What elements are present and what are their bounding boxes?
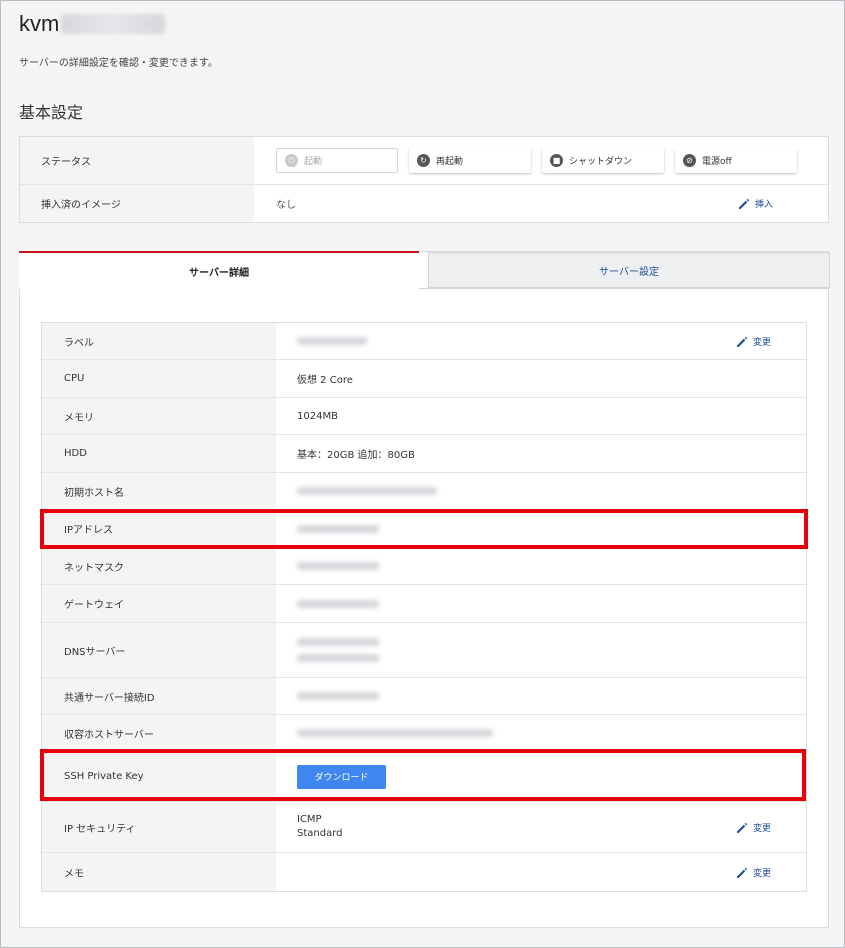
table-row-dns: DNSサーバー <box>42 623 806 678</box>
tab-divider <box>419 288 829 289</box>
ip-security-label: IP セキュリティ <box>42 802 276 852</box>
dns-label: DNSサーバー <box>42 623 276 677</box>
basic-settings-heading: 基本設定 <box>19 103 84 122</box>
ip-label: IPアドレス <box>42 510 276 547</box>
memory-label: メモリ <box>42 398 276 434</box>
shutdown-button-label: シャットダウン <box>569 157 633 167</box>
table-row-label: ラベル 変更 <box>42 323 806 360</box>
hdd-value: 基本：20GB 追加：80GB <box>297 450 415 461</box>
cpu-label: CPU <box>42 360 276 397</box>
start-button-label: 起動 <box>304 157 323 167</box>
table-row-cpu: CPU 仮想 2 Core <box>42 360 806 398</box>
memo-value <box>276 853 806 891</box>
hostname-value <box>276 473 806 509</box>
netmask-label: ネットマスク <box>42 548 276 584</box>
table-row-hdd: HDD 基本：20GB 追加：80GB <box>42 435 806 473</box>
dns-primary-redacted <box>297 638 379 646</box>
table-row-memo: メモ 変更 <box>42 853 806 891</box>
table-row-ssh-key: SSH Private Key ダウンロード <box>42 752 806 802</box>
table-row-ip: IPアドレス <box>42 510 806 548</box>
page-description: サーバーの詳細設定を確認・変更できます。 <box>19 58 218 69</box>
pencil-icon <box>737 867 748 878</box>
shared-id-value <box>276 678 806 714</box>
table-row-hostname: 初期ホスト名 <box>42 473 806 510</box>
memo-label: メモ <box>42 853 276 891</box>
netmask-value <box>276 548 806 584</box>
server-id-redacted <box>61 14 166 34</box>
hostname-redacted <box>297 487 437 495</box>
tab-server-detail[interactable]: サーバー詳細 <box>19 251 419 289</box>
table-row-gateway: ゲートウェイ <box>42 585 806 623</box>
status-row: ステータス ⏻ 起動 ↻ 再起動 ■ シャットダウン ⊘ 電源off <box>20 137 828 185</box>
server-tabs-panel: サーバー詳細 サーバー設定 ラベル 変更 CPU 仮想 2 Core メモリ 1… <box>19 251 830 928</box>
host-server-value <box>276 715 806 751</box>
power-off-button[interactable]: ⊘ 電源off <box>675 148 797 173</box>
basic-settings-panel: ステータス ⏻ 起動 ↻ 再起動 ■ シャットダウン ⊘ 電源off 挿入済のイ… <box>19 136 829 223</box>
pencil-icon <box>737 822 748 833</box>
memory-value: 1024MB <box>297 410 338 422</box>
table-row-memory: メモリ 1024MB <box>42 398 806 435</box>
download-ssh-key-button[interactable]: ダウンロード <box>297 764 386 789</box>
shared-id-redacted <box>297 692 379 700</box>
table-row-shared-id: 共通サーバー接続ID <box>42 678 806 715</box>
shutdown-button[interactable]: ■ シャットダウン <box>542 148 664 173</box>
shared-id-label: 共通サーバー接続ID <box>42 678 276 714</box>
gateway-redacted <box>297 599 379 608</box>
restart-button-label: 再起動 <box>436 157 464 167</box>
ip-security-value: ICMP Standard <box>276 802 806 852</box>
power-off-button-label: 電源off <box>702 157 732 167</box>
edit-memo-text: 変更 <box>753 869 772 879</box>
label-value <box>276 323 806 359</box>
tab-server-settings[interactable]: サーバー設定 <box>428 252 830 288</box>
ip-value <box>276 510 806 547</box>
inserted-image-row: 挿入済のイメージ なし 挿入 <box>20 185 828 222</box>
table-row-netmask: ネットマスク <box>42 548 806 585</box>
table-row-host-server: 収容ホストサーバー <box>42 715 806 752</box>
power-off-icon: ⊘ <box>683 154 696 167</box>
ssh-key-label: SSH Private Key <box>42 752 276 801</box>
hdd-label: HDD <box>42 435 276 472</box>
page-title: kvm <box>19 11 166 37</box>
start-button[interactable]: ⏻ 起動 <box>276 148 398 173</box>
power-icon: ⏻ <box>285 154 298 167</box>
host-server-label: 収容ホストサーバー <box>42 715 276 751</box>
netmask-redacted <box>297 562 379 570</box>
stop-icon: ■ <box>550 154 563 167</box>
restart-button[interactable]: ↻ 再起動 <box>409 148 531 173</box>
edit-memo-link[interactable]: 変更 <box>736 866 771 879</box>
ip-security-standard: Standard <box>297 828 343 839</box>
ip-redacted <box>297 524 379 533</box>
server-detail-table: ラベル 変更 CPU 仮想 2 Core メモリ 1024MB HDD 基本：2… <box>41 322 807 892</box>
row-label-label: ラベル <box>42 323 276 359</box>
gateway-value <box>276 585 806 622</box>
host-server-redacted <box>297 729 493 737</box>
label-value-redacted <box>297 337 367 345</box>
table-row-ip-security: IP セキュリティ ICMP Standard 変更 <box>42 802 806 853</box>
inserted-image-label: 挿入済のイメージ <box>20 185 254 222</box>
gateway-label: ゲートウェイ <box>42 585 276 622</box>
ssh-key-value: ダウンロード <box>276 752 806 801</box>
restart-icon: ↻ <box>417 154 430 167</box>
dns-secondary-redacted <box>297 654 379 662</box>
insert-image-link[interactable]: 挿入 <box>738 197 773 210</box>
edit-label-link[interactable]: 変更 <box>736 335 771 348</box>
inserted-image-value: なし <box>276 200 296 211</box>
edit-label-text: 変更 <box>753 338 772 348</box>
edit-ip-security-text: 変更 <box>753 824 772 834</box>
server-name-prefix: kvm <box>19 11 60 36</box>
insert-label: 挿入 <box>755 200 774 210</box>
cpu-value: 仮想 2 Core <box>297 375 353 386</box>
status-label: ステータス <box>20 137 254 184</box>
pencil-icon <box>739 198 750 209</box>
hostname-label: 初期ホスト名 <box>42 473 276 509</box>
edit-ip-security-link[interactable]: 変更 <box>736 821 771 834</box>
pencil-icon <box>737 336 748 347</box>
page-frame: kvm サーバーの詳細設定を確認・変更できます。 基本設定 ステータス ⏻ 起動… <box>0 0 845 948</box>
dns-value <box>276 623 806 677</box>
ip-security-icmp: ICMP <box>297 814 322 825</box>
